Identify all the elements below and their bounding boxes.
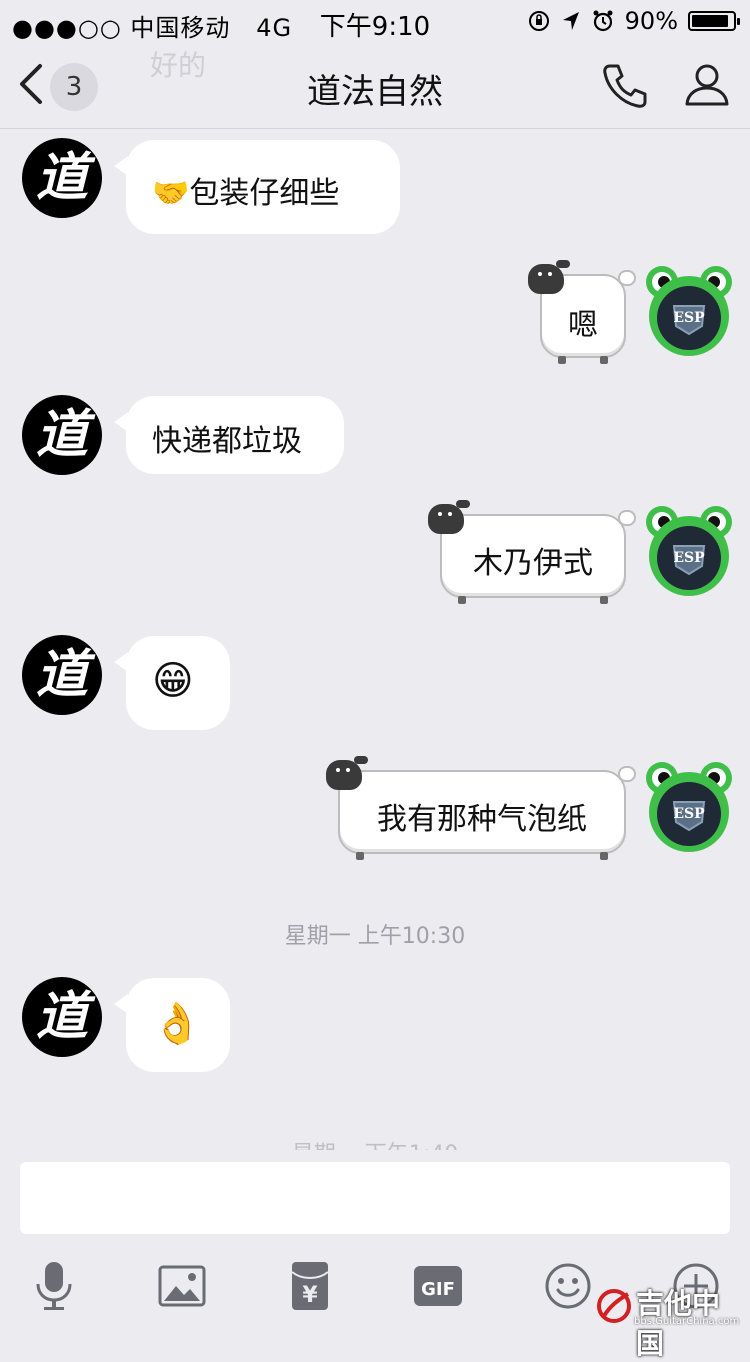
sheep-leg-icon [558, 356, 566, 364]
gif-label: GIF [421, 1279, 455, 1300]
image-icon[interactable] [154, 1258, 210, 1314]
contact-avatar[interactable]: 道 [22, 635, 102, 715]
sheep-tail-icon [618, 766, 636, 782]
frog-avatar[interactable]: ESP [644, 502, 734, 598]
frog-avatar-label: ESP [673, 550, 705, 566]
frog-avatar-label: ESP [673, 806, 705, 822]
emoji-icon[interactable] [540, 1258, 596, 1314]
battery-icon [688, 11, 740, 31]
rotation-lock-icon [528, 11, 549, 31]
alarm-icon [593, 10, 613, 32]
message-bubble-left[interactable]: 😁 [114, 636, 230, 730]
watermark-url: bbs.GuitarChina.com [634, 1316, 740, 1327]
chat-header: 好的 3 道法自然 [0, 40, 750, 129]
profile-icon[interactable] [682, 60, 732, 110]
red-packet-label: ¥ [302, 1283, 318, 1308]
message-text: 木乃伊式 [473, 546, 593, 581]
status-icons: 90% [527, 7, 740, 35]
sheep-leg-icon [600, 596, 608, 604]
message-bubble-left[interactable]: 🤝包装仔细些 [114, 140, 400, 234]
status-bar: ●●●○○ 中国移动 4G 下午9:10 90% [0, 0, 750, 42]
grin-emoji-icon: 😁 [152, 658, 194, 704]
message-bubble-right[interactable]: 木乃伊式 [428, 500, 636, 604]
sheep-tail-icon [618, 270, 636, 286]
message-bubble-left[interactable]: 👌 [114, 978, 230, 1072]
contact-avatar[interactable]: 道 [22, 138, 102, 218]
message-bubble-right[interactable]: 我有那种气泡纸 [326, 756, 636, 860]
sheep-leg-icon [600, 852, 608, 860]
microphone-icon[interactable] [26, 1258, 82, 1314]
frog-avatar[interactable]: ESP [644, 758, 734, 854]
message-input[interactable] [20, 1162, 730, 1234]
phone-icon[interactable] [600, 60, 650, 110]
sheep-head-icon [428, 504, 464, 534]
battery-fill [692, 15, 728, 27]
sheep-leg-icon [600, 356, 608, 364]
watermark-logo-icon [597, 1289, 631, 1323]
watermark: 吉他中国 bbs.GuitarChina.com [596, 1282, 746, 1360]
message-timestamp: 星期一 上午10:30 [284, 924, 466, 949]
contact-avatar[interactable]: 道 [22, 977, 102, 1057]
sheep-head-icon [528, 264, 564, 294]
handshake-icon: 🤝 [152, 176, 190, 211]
contact-avatar[interactable]: 道 [22, 395, 102, 475]
sheep-tail-icon [618, 510, 636, 526]
message-text: 包装仔细些 [189, 176, 340, 211]
red-packet-icon[interactable]: ¥ [282, 1258, 338, 1314]
sheep-head-icon [326, 760, 362, 790]
frog-avatar-label: ESP [673, 310, 705, 326]
ok-hand-emoji-icon: 👌 [152, 1001, 202, 1047]
battery-percent: 90% [624, 7, 678, 35]
location-arrow-icon [562, 12, 579, 30]
gif-icon[interactable]: GIF [410, 1258, 466, 1314]
message-text: 嗯 [568, 308, 598, 343]
message-bubble-left[interactable]: 快递都垃圾 [114, 396, 344, 474]
frog-avatar[interactable]: ESP [644, 262, 734, 358]
message-text: 快递都垃圾 [152, 424, 302, 459]
sheep-leg-icon [356, 852, 364, 860]
sheep-leg-icon [458, 596, 466, 604]
message-text: 我有那种气泡纸 [377, 802, 587, 837]
message-bubble-right[interactable]: 嗯 [528, 260, 636, 364]
